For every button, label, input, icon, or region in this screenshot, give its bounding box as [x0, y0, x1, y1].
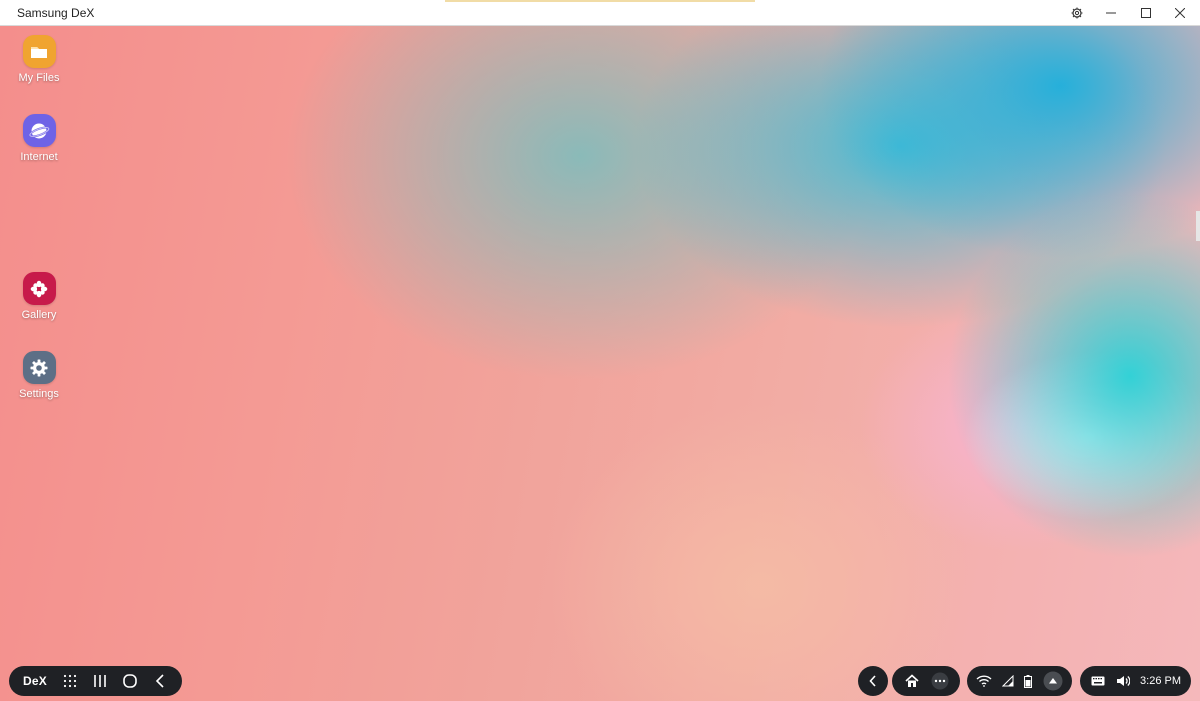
desktop-icon-label: Settings	[19, 388, 59, 400]
clock[interactable]: 3:26 PM	[1140, 675, 1181, 687]
dex-button[interactable]: DeX	[15, 666, 55, 696]
notifications-up-icon[interactable]	[1042, 666, 1064, 696]
back-icon[interactable]	[145, 666, 175, 696]
signal-icon	[1001, 666, 1015, 696]
folder-icon	[22, 35, 56, 68]
desktop-wallpaper: My Files Internet Gallery Settings DeX 3…	[0, 26, 1200, 701]
settings-icon[interactable]	[1060, 0, 1094, 26]
desktop-icon-settings[interactable]: Settings	[2, 351, 76, 400]
desktop-icon-label: My Files	[18, 72, 60, 84]
internet-planet-icon	[22, 114, 56, 147]
dex-navigation-bar: DeX	[9, 666, 182, 696]
window-titlebar: Samsung DeX	[0, 0, 1200, 26]
keyboard-icon[interactable]	[1090, 666, 1106, 696]
maximize-icon[interactable]	[1129, 0, 1163, 26]
desktop-icon-gallery[interactable]: Gallery	[2, 272, 76, 321]
window-edge-handle	[1196, 211, 1200, 241]
home-circle-icon[interactable]	[115, 666, 145, 696]
gallery-flower-icon	[22, 272, 56, 305]
recents-icon[interactable]	[85, 666, 115, 696]
collapse-back-icon[interactable]	[858, 666, 888, 696]
window-title: Samsung DeX	[17, 6, 95, 20]
title-accent-strip	[445, 0, 755, 2]
volume-icon[interactable]	[1115, 666, 1131, 696]
dex-label: DeX	[23, 674, 47, 688]
battery-icon	[1022, 666, 1034, 696]
tray-pill[interactable]: 3:26 PM	[1080, 666, 1191, 696]
wifi-icon	[975, 666, 993, 696]
close-icon[interactable]	[1163, 0, 1197, 26]
desktop-icon-internet[interactable]: Internet	[2, 114, 76, 163]
desktop-icon-label: Gallery	[21, 309, 57, 321]
gear-icon	[22, 351, 56, 384]
desktop-icon-label: Internet	[20, 151, 58, 163]
status-pill[interactable]	[967, 666, 1072, 696]
apps-grid-icon[interactable]	[55, 666, 85, 696]
home-icon[interactable]	[899, 666, 925, 696]
app-pill	[892, 666, 960, 696]
desktop-icon-my-files[interactable]: My Files	[2, 35, 76, 84]
more-dots-icon[interactable]	[927, 666, 953, 696]
minimize-icon[interactable]	[1094, 0, 1128, 26]
